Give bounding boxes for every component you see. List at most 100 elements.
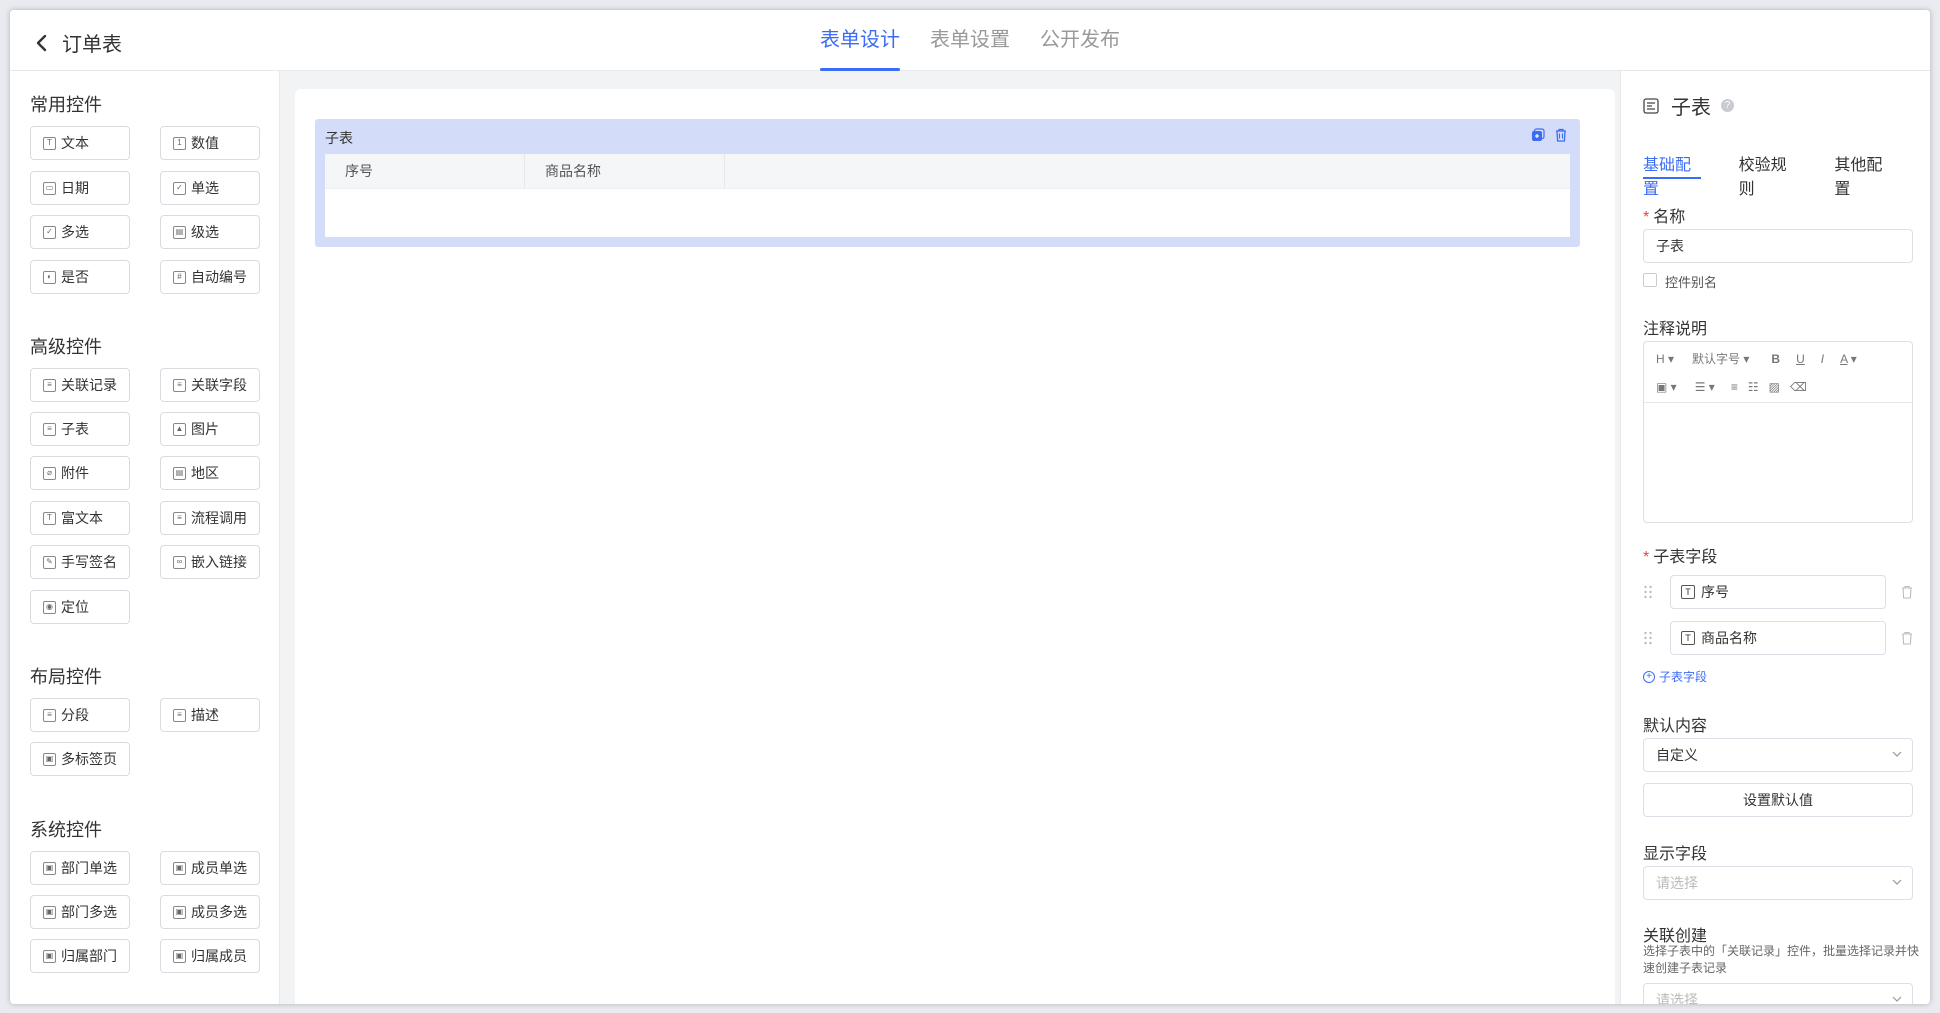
form-title: 订单表 (62, 34, 122, 56)
multitab-icon: ▣ (43, 752, 56, 766)
signature-icon: ✎ (43, 555, 56, 569)
group-title-advanced: 高级控件 (30, 337, 102, 357)
panel-title: 子表 (1671, 97, 1711, 119)
text-icon: T (43, 136, 56, 150)
default-label: 默认内容 (1643, 718, 1708, 735)
heading-button[interactable]: H ▾ (1656, 352, 1674, 366)
section-icon: ≡ (43, 708, 56, 722)
align-icon[interactable]: ☰ ▾ (1695, 380, 1715, 394)
control-signature[interactable]: ✎ 手写签名 (30, 545, 130, 579)
cascade-icon: ▤ (173, 225, 186, 239)
control-member-multi[interactable]: ▣ 成员多选 (160, 895, 260, 929)
add-subfield-link[interactable]: + 子表字段 (1643, 668, 1707, 685)
subtable-icon: ≡ (43, 422, 56, 436)
control-dept-multi[interactable]: ▣ 部门多选 (30, 895, 130, 929)
control-image[interactable]: ▲ 图片 (160, 412, 260, 446)
control-radio[interactable]: ✓ 单选 (160, 171, 260, 205)
control-link-field[interactable]: ≡ 关联字段 (160, 368, 260, 402)
subfield-input[interactable]: T 商品名称 (1670, 621, 1886, 655)
unordered-list-icon[interactable]: ☷ (1748, 380, 1759, 394)
tab-public-publish[interactable]: 公开发布 (1040, 10, 1120, 71)
clear-format-icon[interactable]: ⌫ (1790, 380, 1807, 394)
subtable-column-header[interactable]: 序号 (325, 154, 525, 188)
tab-validation-rules[interactable]: 校验规则 (1739, 151, 1797, 198)
autonumber-icon: # (173, 270, 186, 284)
control-date[interactable]: ▭ 日期 (30, 171, 130, 205)
yesno-icon: ◐ (43, 270, 56, 284)
display-fields-label: 显示字段 (1643, 846, 1708, 863)
name-label: * 名称 (1643, 209, 1686, 226)
control-owner-dept[interactable]: ▣ 归属部门 (30, 939, 130, 973)
control-attachment[interactable]: ⌀ 附件 (30, 456, 130, 490)
link-field-icon: ≡ (173, 378, 186, 392)
control-multi[interactable]: ✓ 多选 (30, 215, 130, 249)
control-subtable[interactable]: ≡ 子表 (30, 412, 130, 446)
control-link-record[interactable]: ≡ 关联记录 (30, 368, 130, 402)
tab-form-settings[interactable]: 表单设置 (930, 10, 1010, 71)
font-size-select[interactable]: 默认字号 ▾ (1692, 350, 1749, 367)
drag-handle-icon[interactable] (1643, 630, 1653, 646)
control-number[interactable]: 1 数值 (160, 126, 260, 160)
control-richtext[interactable]: T 富文本 (30, 501, 130, 535)
default-select[interactable]: 自定义 (1643, 738, 1913, 772)
italic-button[interactable]: I (1821, 352, 1824, 366)
control-description[interactable]: ≡ 描述 (160, 698, 260, 732)
copy-icon[interactable] (1531, 128, 1545, 142)
control-owner-member[interactable]: ▣ 归属成员 (160, 939, 260, 973)
group-title-layout: 布局控件 (30, 667, 102, 687)
region-icon: ▤ (173, 466, 186, 480)
control-process[interactable]: ≡ 流程调用 (160, 501, 260, 535)
group-title-system: 系统控件 (30, 820, 102, 840)
subtable-icon (1643, 97, 1659, 114)
control-autonumber[interactable]: # 自动编号 (160, 260, 260, 294)
control-member-single[interactable]: ▣ 成员单选 (160, 851, 260, 885)
radio-icon: ✓ (173, 181, 186, 195)
control-yesno[interactable]: ◐ 是否 (30, 260, 130, 294)
name-input[interactable]: 子表 (1643, 229, 1913, 263)
editor-toolbar-row-1: H ▾ 默认字号 ▾ B U I A ▾ (1656, 350, 1857, 367)
subfield-row: T 序号 (1643, 575, 1913, 609)
back-button[interactable]: 订单表 (32, 28, 122, 57)
control-location[interactable]: ◉ 定位 (30, 590, 130, 624)
member-multi-icon: ▣ (173, 905, 186, 919)
chevron-down-icon (1892, 996, 1902, 1002)
panel-tabs: 基础配置 校验规则 其他配置 (1643, 151, 1930, 198)
control-dept-single[interactable]: ▣ 部门单选 (30, 851, 130, 885)
font-color-button[interactable]: A ▾ (1840, 352, 1857, 366)
tab-basic-config[interactable]: 基础配置 (1643, 151, 1701, 198)
note-editor[interactable]: H ▾ 默认字号 ▾ B U I A ▾ ▣ ▾ ☰ ▾ ≡ ☷ ▨ ⌫ (1643, 341, 1913, 523)
subtable-column-header[interactable]: 商品名称 (525, 154, 725, 188)
display-fields-select[interactable]: 请选择 (1643, 866, 1913, 900)
delete-icon[interactable] (1901, 585, 1913, 599)
control-region[interactable]: ▤ 地区 (160, 456, 260, 490)
relation-create-description: 选择子表中的「关联记录」控件，批量选择记录并快速创建子表记录 (1643, 944, 1920, 975)
text-icon: T (1681, 631, 1695, 645)
bold-button[interactable]: B (1771, 352, 1780, 366)
insert-image-icon[interactable]: ▨ (1769, 380, 1780, 394)
editor-toolbar-row-2: ▣ ▾ ☰ ▾ ≡ ☷ ▨ ⌫ (1656, 380, 1807, 394)
control-multitab[interactable]: ▣ 多标签页 (30, 742, 130, 776)
control-cascade[interactable]: ▤ 级选 (160, 215, 260, 249)
control-text[interactable]: T 文本 (30, 126, 130, 160)
help-icon[interactable]: ? (1721, 99, 1734, 112)
chevron-left-icon (36, 34, 47, 51)
delete-icon[interactable] (1554, 128, 1568, 142)
subtable-title: 子表 (325, 130, 353, 146)
tab-form-design[interactable]: 表单设计 (820, 10, 900, 71)
control-section[interactable]: ≡ 分段 (30, 698, 130, 732)
delete-icon[interactable] (1901, 631, 1913, 645)
relation-create-select[interactable]: 请选择 (1643, 983, 1913, 1004)
app-window: 订单表 表单设计 表单设置 公开发布 常用控件 T 文本 1 数值 ▭ 日期 ✓ 单选 … (10, 10, 1930, 1004)
background-color-icon[interactable]: ▣ ▾ (1656, 380, 1677, 394)
ordered-list-icon[interactable]: ≡ (1731, 380, 1738, 394)
checkbox-icon: ✓ (43, 225, 56, 239)
subfield-input[interactable]: T 序号 (1670, 575, 1886, 609)
underline-button[interactable]: U (1796, 352, 1805, 366)
text-icon: T (1681, 585, 1695, 599)
subtable-widget[interactable]: 子表 序号 商品名称 (315, 119, 1580, 247)
set-default-button[interactable]: 设置默认值 (1643, 783, 1913, 817)
control-embed-link[interactable]: ∞ 嵌入链接 (160, 545, 260, 579)
tab-other-config[interactable]: 其他配置 (1834, 151, 1892, 198)
alias-checkbox[interactable] (1643, 273, 1657, 287)
drag-handle-icon[interactable] (1643, 584, 1653, 600)
